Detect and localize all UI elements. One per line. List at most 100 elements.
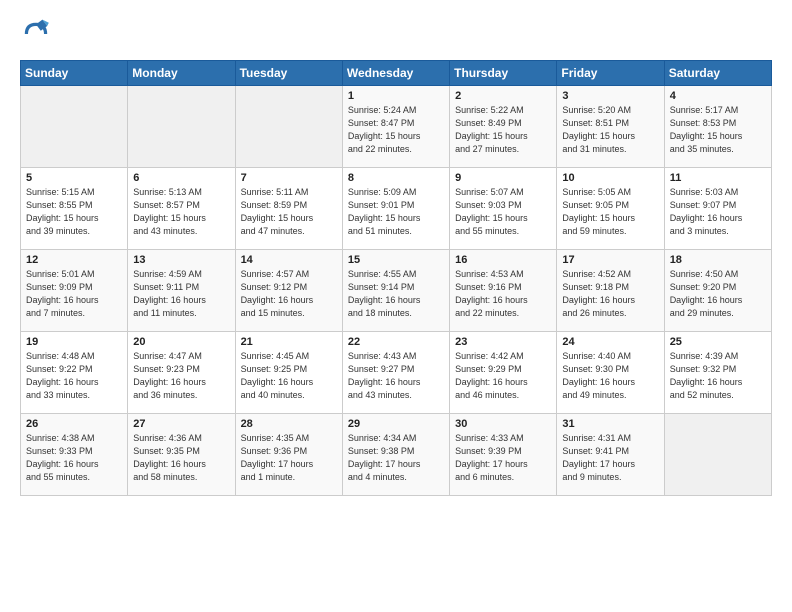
day-info: Sunrise: 4:43 AM Sunset: 9:27 PM Dayligh… — [348, 350, 444, 402]
day-number: 22 — [348, 336, 444, 348]
day-info: Sunrise: 5:11 AM Sunset: 8:59 PM Dayligh… — [241, 186, 337, 238]
col-saturday: Saturday — [664, 61, 771, 86]
day-number: 14 — [241, 254, 337, 266]
day-info: Sunrise: 4:39 AM Sunset: 9:32 PM Dayligh… — [670, 350, 766, 402]
col-tuesday: Tuesday — [235, 61, 342, 86]
day-info: Sunrise: 4:33 AM Sunset: 9:39 PM Dayligh… — [455, 432, 551, 484]
calendar-cell — [128, 86, 235, 168]
day-info: Sunrise: 4:34 AM Sunset: 9:38 PM Dayligh… — [348, 432, 444, 484]
calendar-week-3: 12Sunrise: 5:01 AM Sunset: 9:09 PM Dayli… — [21, 250, 772, 332]
day-info: Sunrise: 5:13 AM Sunset: 8:57 PM Dayligh… — [133, 186, 229, 238]
day-info: Sunrise: 5:17 AM Sunset: 8:53 PM Dayligh… — [670, 104, 766, 156]
day-info: Sunrise: 4:47 AM Sunset: 9:23 PM Dayligh… — [133, 350, 229, 402]
day-info: Sunrise: 4:40 AM Sunset: 9:30 PM Dayligh… — [562, 350, 658, 402]
page: Sunday Monday Tuesday Wednesday Thursday… — [0, 0, 792, 506]
calendar-cell: 30 Sunrise: 4:33 AM Sunset: 9:39 PM Dayli… — [450, 414, 557, 496]
day-number: 8 — [348, 172, 444, 184]
day-number: 6 — [133, 172, 229, 184]
col-wednesday: Wednesday — [342, 61, 449, 86]
day-number: 31 — [562, 418, 658, 430]
day-info: Sunrise: 4:53 AM Sunset: 9:16 PM Dayligh… — [455, 268, 551, 320]
day-number: 18 — [670, 254, 766, 266]
calendar-cell: 22 Sunrise: 4:43 AM Sunset: 9:27 PM Dayli… — [342, 332, 449, 414]
day-number: 30 — [455, 418, 551, 430]
logo — [20, 18, 56, 50]
calendar-cell: 8Sunrise: 5:09 AM Sunset: 9:01 PM Daylig… — [342, 168, 449, 250]
day-info: Sunrise: 4:35 AM Sunset: 9:36 PM Dayligh… — [241, 432, 337, 484]
day-number: 28 — [241, 418, 337, 430]
day-info: Sunrise: 4:31 AM Sunset: 9:41 PM Dayligh… — [562, 432, 658, 484]
calendar-cell: 31 Sunrise: 4:31 AM Sunset: 9:41 PM Dayli… — [557, 414, 664, 496]
day-info: Sunrise: 4:50 AM Sunset: 9:20 PM Dayligh… — [670, 268, 766, 320]
calendar-week-5: 26Sunrise: 4:38 AM Sunset: 9:33 PM Dayli… — [21, 414, 772, 496]
day-number: 3 — [562, 90, 658, 102]
calendar-cell: 16Sunrise: 4:53 AM Sunset: 9:16 PM Dayli… — [450, 250, 557, 332]
calendar-cell — [664, 414, 771, 496]
day-number: 9 — [455, 172, 551, 184]
calendar-week-2: 5 Sunrise: 5:15 AM Sunset: 8:55 PM Daylig… — [21, 168, 772, 250]
calendar-cell — [21, 86, 128, 168]
calendar-cell: 18 Sunrise: 4:50 AM Sunset: 9:20 PM Dayli… — [664, 250, 771, 332]
calendar-cell: 10 Sunrise: 5:05 AM Sunset: 9:05 PM Dayli… — [557, 168, 664, 250]
calendar-header: Sunday Monday Tuesday Wednesday Thursday… — [21, 61, 772, 86]
day-info: Sunrise: 5:05 AM Sunset: 9:05 PM Dayligh… — [562, 186, 658, 238]
day-info: Sunrise: 5:24 AM Sunset: 8:47 PM Dayligh… — [348, 104, 444, 156]
day-info: Sunrise: 5:22 AM Sunset: 8:49 PM Dayligh… — [455, 104, 551, 156]
calendar-cell: 26Sunrise: 4:38 AM Sunset: 9:33 PM Dayli… — [21, 414, 128, 496]
calendar-cell: 23 Sunrise: 4:42 AM Sunset: 9:29 PM Dayli… — [450, 332, 557, 414]
calendar-week-1: 1 Sunrise: 5:24 AM Sunset: 8:47 PM Daylig… — [21, 86, 772, 168]
calendar-cell: 11Sunrise: 5:03 AM Sunset: 9:07 PM Dayli… — [664, 168, 771, 250]
day-number: 25 — [670, 336, 766, 348]
calendar-cell: 13 Sunrise: 4:59 AM Sunset: 9:11 PM Dayli… — [128, 250, 235, 332]
day-info: Sunrise: 5:20 AM Sunset: 8:51 PM Dayligh… — [562, 104, 658, 156]
day-number: 12 — [26, 254, 122, 266]
day-info: Sunrise: 5:15 AM Sunset: 8:55 PM Dayligh… — [26, 186, 122, 238]
day-info: Sunrise: 4:48 AM Sunset: 9:22 PM Dayligh… — [26, 350, 122, 402]
calendar-cell: 4 Sunrise: 5:17 AM Sunset: 8:53 PM Daylig… — [664, 86, 771, 168]
calendar-cell: 21 Sunrise: 4:45 AM Sunset: 9:25 PM Dayli… — [235, 332, 342, 414]
day-info: Sunrise: 5:03 AM Sunset: 9:07 PM Dayligh… — [670, 186, 766, 238]
col-monday: Monday — [128, 61, 235, 86]
day-number: 7 — [241, 172, 337, 184]
day-number: 10 — [562, 172, 658, 184]
day-number: 5 — [26, 172, 122, 184]
day-number: 20 — [133, 336, 229, 348]
calendar-body: 1 Sunrise: 5:24 AM Sunset: 8:47 PM Daylig… — [21, 86, 772, 496]
day-number: 4 — [670, 90, 766, 102]
day-number: 23 — [455, 336, 551, 348]
day-info: Sunrise: 4:42 AM Sunset: 9:29 PM Dayligh… — [455, 350, 551, 402]
day-info: Sunrise: 5:07 AM Sunset: 9:03 PM Dayligh… — [455, 186, 551, 238]
col-friday: Friday — [557, 61, 664, 86]
day-info: Sunrise: 4:55 AM Sunset: 9:14 PM Dayligh… — [348, 268, 444, 320]
calendar-cell: 28 Sunrise: 4:35 AM Sunset: 9:36 PM Dayli… — [235, 414, 342, 496]
header-row: Sunday Monday Tuesday Wednesday Thursday… — [21, 61, 772, 86]
day-info: Sunrise: 4:45 AM Sunset: 9:25 PM Dayligh… — [241, 350, 337, 402]
calendar-cell: 5 Sunrise: 5:15 AM Sunset: 8:55 PM Daylig… — [21, 168, 128, 250]
calendar-cell: 2Sunrise: 5:22 AM Sunset: 8:49 PM Daylig… — [450, 86, 557, 168]
day-number: 26 — [26, 418, 122, 430]
day-info: Sunrise: 4:59 AM Sunset: 9:11 PM Dayligh… — [133, 268, 229, 320]
day-number: 27 — [133, 418, 229, 430]
calendar-cell: 27Sunrise: 4:36 AM Sunset: 9:35 PM Dayli… — [128, 414, 235, 496]
calendar-cell: 20 Sunrise: 4:47 AM Sunset: 9:23 PM Dayli… — [128, 332, 235, 414]
header — [20, 18, 772, 50]
calendar-cell: 15Sunrise: 4:55 AM Sunset: 9:14 PM Dayli… — [342, 250, 449, 332]
calendar-cell — [235, 86, 342, 168]
calendar-cell: 17Sunrise: 4:52 AM Sunset: 9:18 PM Dayli… — [557, 250, 664, 332]
calendar-cell: 9 Sunrise: 5:07 AM Sunset: 9:03 PM Daylig… — [450, 168, 557, 250]
calendar-cell: 19Sunrise: 4:48 AM Sunset: 9:22 PM Dayli… — [21, 332, 128, 414]
calendar-cell: 3 Sunrise: 5:20 AM Sunset: 8:51 PM Daylig… — [557, 86, 664, 168]
day-number: 29 — [348, 418, 444, 430]
calendar-cell: 25 Sunrise: 4:39 AM Sunset: 9:32 PM Dayli… — [664, 332, 771, 414]
calendar-cell: 12Sunrise: 5:01 AM Sunset: 9:09 PM Dayli… — [21, 250, 128, 332]
calendar-cell: 6 Sunrise: 5:13 AM Sunset: 8:57 PM Daylig… — [128, 168, 235, 250]
calendar-cell: 29 Sunrise: 4:34 AM Sunset: 9:38 PM Dayli… — [342, 414, 449, 496]
day-number: 17 — [562, 254, 658, 266]
day-number: 1 — [348, 90, 444, 102]
day-number: 13 — [133, 254, 229, 266]
calendar-cell: 1 Sunrise: 5:24 AM Sunset: 8:47 PM Daylig… — [342, 86, 449, 168]
calendar-cell: 24 Sunrise: 4:40 AM Sunset: 9:30 PM Dayli… — [557, 332, 664, 414]
logo-icon — [20, 18, 52, 50]
day-number: 21 — [241, 336, 337, 348]
day-number: 24 — [562, 336, 658, 348]
